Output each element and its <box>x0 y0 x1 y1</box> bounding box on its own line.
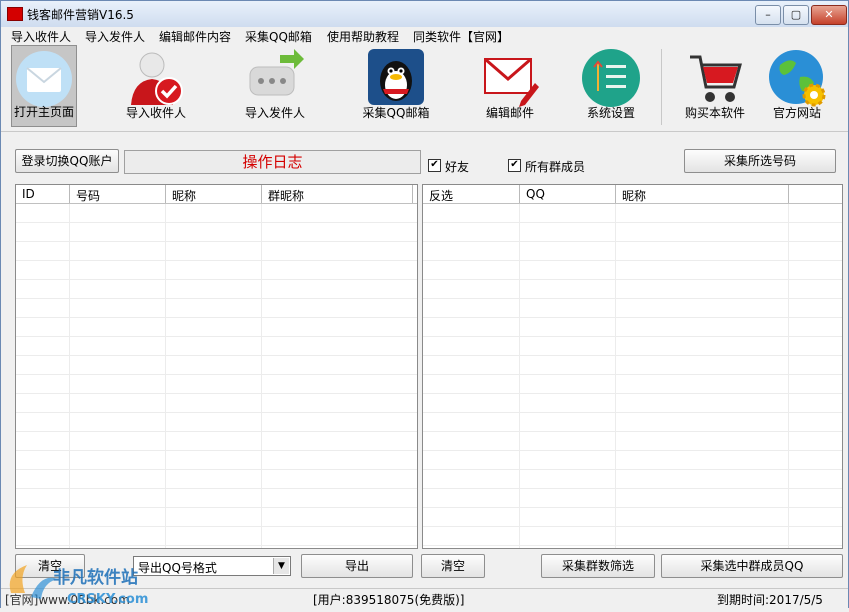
check-icon: ✔ <box>508 159 521 172</box>
menu-collect-qq[interactable]: 采集QQ邮箱 <box>245 28 312 45</box>
collect-selected-button[interactable]: 采集所选号码 <box>684 149 836 173</box>
group-count-filter-button[interactable]: 采集群数筛选 <box>541 554 655 578</box>
column-header[interactable]: QQ <box>526 187 545 201</box>
maximize-button[interactable]: ▢ <box>783 5 809 25</box>
app-window: 钱客邮件营销V16.5 – ▢ ✕ 导入收件人 导入发件人 编辑邮件内容 采集Q… <box>0 0 849 608</box>
dropdown-arrow-icon[interactable]: ▼ <box>273 558 289 574</box>
menu-import-senders[interactable]: 导入发件人 <box>85 28 145 45</box>
toolbar-buy-software[interactable]: 购买本软件 <box>670 45 760 127</box>
column-divider <box>788 185 789 203</box>
grid-line <box>615 204 616 548</box>
export-format-value: 导出QQ号格式 <box>138 561 217 575</box>
menu-help[interactable]: 使用帮助教程 <box>327 28 399 45</box>
window-title: 钱客邮件营销V16.5 <box>27 8 134 22</box>
minimize-button[interactable]: – <box>755 5 781 25</box>
toolbar-import-senders[interactable]: 导入发件人 <box>230 45 320 127</box>
group-members-table[interactable]: 反选 QQ 昵称 <box>422 184 843 549</box>
column-divider <box>165 185 166 203</box>
globe-gear-icon <box>769 50 826 107</box>
menu-edit-mail[interactable]: 编辑邮件内容 <box>159 28 231 45</box>
title-bar: 钱客邮件营销V16.5 – ▢ ✕ <box>1 1 848 27</box>
column-divider <box>519 185 520 203</box>
grid-line <box>788 204 789 548</box>
user-check-icon <box>131 52 183 105</box>
toolbar-label: 编辑邮件 <box>485 106 534 120</box>
column-divider <box>412 185 413 203</box>
column-divider <box>615 185 616 203</box>
status-website[interactable]: [官网]www.05bk.com <box>5 591 130 608</box>
operation-log: 操作日志 <box>124 150 421 174</box>
toolbar-label: 打开主页面 <box>13 105 74 119</box>
column-divider <box>261 185 262 203</box>
toolbar: 打开主页面 导入收件人 导入发件人 采集QQ邮箱 编辑邮件 系统设置 购买本软件… <box>1 45 848 132</box>
toolbar-label: 官方网站 <box>772 106 821 120</box>
column-header[interactable]: 号码 <box>76 187 100 204</box>
table-header: ID 号码 昵称 群昵称 <box>16 185 417 204</box>
qq-numbers-table[interactable]: ID 号码 昵称 群昵称 <box>15 184 418 549</box>
menu-bar: 导入收件人 导入发件人 编辑邮件内容 采集QQ邮箱 使用帮助教程 同类软件【官网… <box>1 27 848 45</box>
column-header[interactable]: 群昵称 <box>268 187 304 204</box>
toolbar-settings[interactable]: 系统设置 <box>566 45 656 127</box>
toolbar-edit-mail[interactable]: 编辑邮件 <box>465 45 555 127</box>
toolbar-import-recipients[interactable]: 导入收件人 <box>111 45 201 127</box>
table-body <box>423 204 842 548</box>
toolbar-label: 购买本软件 <box>684 106 745 120</box>
all-members-checkbox-label: 所有群成员 <box>525 160 586 174</box>
toolbar-label: 导入发件人 <box>244 106 305 120</box>
export-format-select[interactable]: 导出QQ号格式 ▼ <box>133 556 291 576</box>
shopping-cart-icon <box>690 55 742 102</box>
friends-checkbox-label: 好友 <box>445 160 470 174</box>
settings-list-icon <box>582 49 640 107</box>
collect-group-members-button[interactable]: 采集选中群成员QQ <box>661 554 843 578</box>
status-bar: [官网]www.05bk.com [用户:839518075(免费版)] 到期时… <box>1 588 848 608</box>
table-header: 反选 QQ 昵称 <box>423 185 842 204</box>
clear-right-button[interactable]: 清空 <box>421 554 485 578</box>
column-header[interactable]: ID <box>22 187 35 201</box>
clear-left-button[interactable]: 清空 <box>15 554 85 578</box>
qq-penguin-icon <box>368 49 424 105</box>
check-icon: ✔ <box>428 159 441 172</box>
menu-similar-software[interactable]: 同类软件【官网】 <box>413 28 509 45</box>
login-switch-qq-button[interactable]: 登录切换QQ账户 <box>15 149 119 173</box>
toolbar-label: 采集QQ邮箱 <box>362 106 430 120</box>
status-expiry: 到期时间:2017/5/5 <box>717 593 823 607</box>
toolbar-label: 导入收件人 <box>125 106 186 120</box>
column-header[interactable]: 昵称 <box>172 187 196 204</box>
toolbar-collect-qq[interactable]: 采集QQ邮箱 <box>351 45 441 127</box>
grid-line <box>165 204 166 548</box>
grid-line <box>261 204 262 548</box>
envelope-icon <box>16 51 72 107</box>
toolbar-label: 系统设置 <box>586 106 635 120</box>
app-icon <box>7 7 23 21</box>
chat-arrow-icon <box>249 49 304 96</box>
mail-edit-icon <box>484 57 539 107</box>
status-user: [用户:839518075(免费版)] <box>313 593 465 607</box>
column-header[interactable]: 昵称 <box>622 187 646 204</box>
grid-line <box>519 204 520 548</box>
export-button[interactable]: 导出 <box>301 554 413 578</box>
column-divider <box>69 185 70 203</box>
table-body <box>16 204 417 548</box>
toolbar-official-site[interactable]: 官方网站 <box>752 45 842 127</box>
grid-line <box>69 204 70 548</box>
menu-import-recipients[interactable]: 导入收件人 <box>11 28 71 45</box>
column-header[interactable]: 反选 <box>429 187 453 204</box>
close-button[interactable]: ✕ <box>811 5 847 25</box>
toolbar-separator <box>661 49 662 125</box>
toolbar-open-home[interactable]: 打开主页面 <box>11 45 77 127</box>
